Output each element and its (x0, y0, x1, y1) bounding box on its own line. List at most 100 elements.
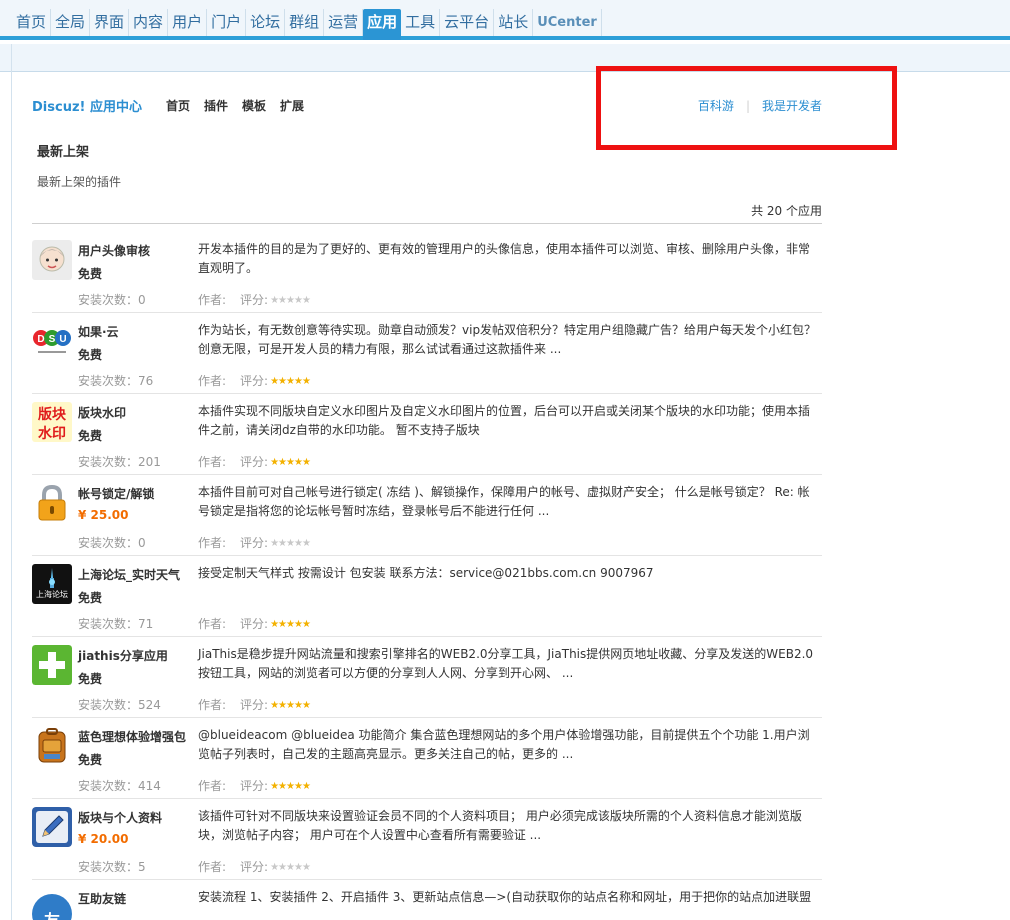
app-name-link[interactable]: 互助友链 (78, 890, 126, 907)
svg-text:水印: 水印 (38, 425, 66, 442)
friend-link-icon[interactable]: 友 (32, 888, 72, 920)
top-nav: 首页 全局 界面 内容 用户 门户 论坛 群组 运营 应用 工具 云平台 站长 UCenter (0, 0, 1010, 40)
rating-label: 评分: (240, 617, 269, 631)
app-list: 用户头像审核 免费 安装次数：0 开发本插件的目的是为了更好的、更有效的管理用户的头像… (32, 232, 822, 920)
app-nav-templates[interactable]: 模板 (242, 97, 266, 114)
top-nav-tab[interactable]: 用户 (168, 9, 208, 36)
top-nav-tab[interactable]: 界面 (90, 9, 130, 36)
app-install-count: 安装次数：76 (78, 374, 154, 388)
app-price: 免费 (78, 429, 103, 443)
top-nav-tab[interactable]: 运营 (324, 9, 364, 36)
section-description: 最新上架的插件 (37, 175, 122, 189)
app-nav-plugins[interactable]: 插件 (204, 97, 228, 114)
svg-text:D: D (37, 334, 44, 345)
author-label: 作者: (198, 779, 227, 793)
shanghai-forum-logo-icon[interactable]: 上海论坛 (32, 564, 72, 604)
app-name-link[interactable]: 用户头像审核 (78, 242, 150, 259)
rating-label: 评分: (240, 536, 269, 550)
app-list-item: 蓝色理想体验增强包 免费安装次数：414 @blueideacom @blueide… (32, 718, 822, 799)
rating-stars-icon: ★★★★★ (270, 781, 311, 792)
top-nav-tabs: 首页 全局 界面 内容 用户 门户 论坛 群组 运营 应用 工具 云平台 站长 UCenter (12, 9, 602, 40)
app-center-brand-link[interactable]: Discuz! 应用中心 (32, 96, 142, 115)
app-price: 免费 (78, 753, 103, 767)
top-nav-tab[interactable]: 首页 (12, 9, 52, 36)
author-label: 作者: (198, 374, 227, 388)
app-list-item: 版块 水印 版块水印 免费 安装次数：201 本插件实现不同版块自定义水印图片及自定义水印… (32, 394, 822, 475)
backpack-icon[interactable] (32, 726, 72, 766)
top-nav-tab[interactable]: 论坛 (246, 9, 286, 36)
app-price: ¥ 25.00 (78, 508, 129, 522)
app-list-item: 版块与个人资料 ¥ 20.00 安装次数：5 该插件可针对不同版块来设置验证会员不同的… (32, 799, 822, 880)
app-count: 共 20 个应用 (751, 204, 822, 218)
avatar-face-icon[interactable] (32, 240, 72, 280)
app-name-link[interactable]: 帐号锁定/解锁 (78, 485, 154, 502)
app-meta: 作者: 评分: ★★★★★ (198, 453, 311, 470)
rating-label: 评分: (240, 698, 269, 712)
app-nav-extensions[interactable]: 扩展 (280, 97, 304, 114)
app-price: 免费 (78, 267, 103, 281)
author-label: 作者: (198, 536, 227, 550)
app-center-nav: 首页 插件 模板 扩展 (166, 97, 304, 114)
app-list-item: 帐号锁定/解锁 ¥ 25.00 安装次数：0 本插件目前可对自己帐号进行锁定( 冻结 … (32, 475, 822, 556)
app-install-count: 安装次数：5 (78, 860, 146, 874)
app-description: 本插件实现不同版块自定义水印图片及自定义水印图片的位置，后台可以开启或关闭某个版… (198, 404, 811, 437)
app-price: 免费 (78, 672, 103, 686)
app-description: JiaThis是稳步提升网站流量和搜索引擎排名的WEB2.0分享工具，JiaTh… (198, 647, 814, 680)
section-divider (32, 223, 822, 224)
rating-label: 评分: (240, 455, 269, 469)
author-label: 作者: (198, 860, 227, 874)
edit-pencil-icon[interactable] (32, 807, 72, 847)
top-nav-tab[interactable]: 全局 (51, 9, 91, 36)
top-nav-tab[interactable]: 云平台 (440, 9, 495, 36)
app-meta: 作者: 评分: ★★★★★ (198, 291, 311, 308)
left-divider (11, 44, 12, 920)
top-nav-tab[interactable]: 内容 (129, 9, 169, 36)
app-description: 安装流程 1、安装插件 2、开启插件 3、更新站点信息—>(自动获取你的站点名称… (198, 890, 812, 904)
app-list-item: 用户头像审核 免费 安装次数：0 开发本插件的目的是为了更好的、更有效的管理用户的头像… (32, 232, 822, 313)
top-nav-tab[interactable]: 工具 (401, 9, 441, 36)
app-name-link[interactable]: 蓝色理想体验增强包 (78, 728, 186, 745)
app-install-count: 安装次数：0 (78, 293, 146, 307)
rating-label: 评分: (240, 293, 269, 307)
app-name-link[interactable]: jiathis分享应用 (78, 647, 168, 664)
app-install-count: 安装次数：524 (78, 698, 161, 712)
top-nav-tab[interactable]: 门户 (207, 9, 247, 36)
rating-stars-icon: ★★★★★ (270, 295, 311, 306)
author-label: 作者: (198, 617, 227, 631)
app-description: 接受定制天气样式 按需设计 包安装 联系方法：service@021bbs.co… (198, 566, 654, 580)
top-nav-tab[interactable]: 群组 (285, 9, 325, 36)
rating-label: 评分: (240, 374, 269, 388)
app-meta: 作者: 评分: ★★★★★ (198, 534, 311, 551)
app-nav-home[interactable]: 首页 (166, 97, 190, 114)
app-meta: 作者: 评分: ★★★★★ (198, 615, 311, 632)
app-install-count: 安装次数：0 (78, 536, 146, 550)
top-nav-tab[interactable]: 应用 (363, 9, 402, 40)
app-meta: 作者: 评分: ★★★★★ (198, 696, 311, 713)
svg-text:S: S (49, 334, 56, 345)
author-label: 作者: (198, 293, 227, 307)
rating-label: 评分: (240, 860, 269, 874)
app-list-item: 上海论坛 上海论坛_实时天气 免费安装次数：71 接受定制天气样式 按需设计 包安装 … (32, 556, 822, 637)
app-price: 免费 (78, 591, 103, 605)
app-install-count: 安装次数：71 (78, 617, 154, 631)
green-plus-icon[interactable] (32, 645, 72, 685)
padlock-icon[interactable] (32, 483, 72, 523)
section-title: 最新上架 (37, 145, 90, 160)
app-name-link[interactable]: 上海论坛_实时天气 (78, 566, 180, 583)
watermark-text-icon[interactable]: 版块 水印 (32, 402, 72, 442)
top-nav-tab[interactable]: UCenter (533, 9, 602, 36)
app-description: @blueideacom @blueidea 功能简介 集合蓝色理想网站的多个用… (198, 728, 810, 761)
app-price: ¥ 20.00 (78, 832, 129, 846)
author-label: 作者: (198, 455, 227, 469)
top-nav-tab[interactable]: 站长 (494, 9, 534, 36)
app-list-item: jiathis分享应用 免费安装次数：524 JiaThis是稳步提升网站流量和搜索… (32, 637, 822, 718)
svg-text:上海论坛: 上海论坛 (36, 589, 68, 599)
app-name-link[interactable]: 版块与个人资料 (78, 809, 162, 826)
app-price: 免费 (78, 348, 103, 362)
dsu-logo-icon[interactable]: DSU (32, 321, 72, 361)
app-name-link[interactable]: 版块水印 (78, 404, 126, 421)
app-install-count: 安装次数：414 (78, 779, 161, 793)
app-name-link[interactable]: 如果·云 (78, 323, 119, 340)
app-install-count: 安装次数：201 (78, 455, 161, 469)
app-meta: 作者: 评分: ★★★★★ (198, 372, 311, 389)
